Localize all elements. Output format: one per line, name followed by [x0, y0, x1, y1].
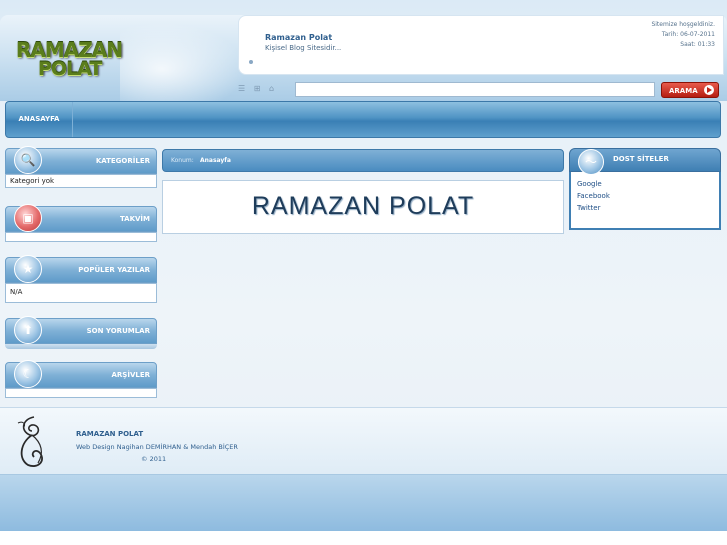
sidebar-title: POPÜLER YAZILAR [78, 266, 150, 274]
rss-icon[interactable]: ⊞ [254, 84, 261, 93]
toolbar-icons: ☰ ⊞ ⌂ [238, 84, 280, 93]
sidebar-body: Kategori yok [5, 174, 157, 188]
sidebar-box-popular: ★ POPÜLER YAZILAR N/A [5, 255, 157, 303]
sidebar-header-calendar[interactable]: ▣ TAKVİM [5, 204, 157, 232]
star-icon: ★ [14, 255, 42, 283]
sidebar-body [5, 344, 157, 349]
site-logo[interactable]: RAMAZAN POLAT [16, 38, 123, 84]
logo-line2: POLAT [38, 58, 102, 80]
sidebar-box-calendar: ▣ TAKVİM [5, 204, 157, 242]
ornament-icon [17, 416, 43, 467]
search-icon: 🔍 [14, 146, 42, 174]
chart-icon: 〜 [578, 149, 604, 175]
sidebar-box-categories: 🔍 KATEGORİLER Kategori yok [5, 146, 157, 188]
footer [0, 407, 727, 474]
calendar-icon: ▣ [14, 204, 42, 232]
footer-copyright: © 2011 [141, 455, 167, 463]
sidebar-body [5, 232, 157, 242]
search-button-label: ARAMA [669, 87, 698, 95]
breadcrumb-current[interactable]: Anasayfa [200, 157, 231, 164]
logo-line1: RAMAZAN [16, 38, 123, 62]
welcome-info: Sitemize hoşgeldiniz. Tarih: 06-07-2011 … [651, 20, 715, 50]
sidebar-header-popular[interactable]: ★ POPÜLER YAZILAR [5, 255, 157, 283]
panel-dot [249, 60, 253, 64]
sidebar-header-archive[interactable]: ☾ ARŞİVLER [5, 360, 157, 388]
content-panel: RAMAZAN POLAT [162, 180, 564, 234]
content-headline: RAMAZAN POLAT [251, 192, 475, 220]
site-name[interactable]: Ramazan Polat [265, 33, 332, 42]
search-input[interactable] [295, 82, 655, 97]
site-tagline: Kişisel Blog Sitesidir... [265, 44, 342, 52]
breadcrumb-prefix: Konum: [171, 157, 194, 164]
link-twitter[interactable]: Twitter [577, 202, 713, 214]
sidebar-header-categories[interactable]: 🔍 KATEGORİLER [5, 146, 157, 174]
sidebar-title: KATEGORİLER [95, 157, 150, 165]
home-icon[interactable]: ⌂ [269, 84, 274, 93]
sidebar-box-comments: ⬆ SON YORUMLAR [5, 316, 157, 349]
moon-icon: ☾ [14, 360, 42, 388]
list-icon[interactable]: ☰ [238, 84, 245, 93]
link-facebook[interactable]: Facebook [577, 190, 713, 202]
sidebar-title: SON YORUMLAR [86, 327, 150, 335]
nav-item-home[interactable]: ANASAYFA [6, 102, 73, 137]
breadcrumb: Konum: Anasayfa [162, 149, 564, 172]
footer-site-name: RAMAZAN POLAT [76, 430, 144, 438]
sidebar-title: ARŞİVLER [111, 371, 150, 379]
friends-box: 〜 DOST SİTELER Google Facebook Twitter [569, 148, 721, 230]
main-navigation: ANASAYFA [5, 101, 721, 138]
friends-header[interactable]: 〜 DOST SİTELER [569, 148, 721, 175]
welcome-text: Sitemize hoşgeldiniz. [651, 21, 715, 28]
friends-list: Google Facebook Twitter [569, 172, 721, 230]
date-text: Tarih: 06-07-2011 [661, 31, 715, 38]
friends-title: DOST SİTELER [613, 155, 669, 163]
bottom-bar [0, 474, 727, 531]
arrow-right-icon [704, 85, 714, 95]
sidebar-header-comments[interactable]: ⬆ SON YORUMLAR [5, 316, 157, 344]
sidebar-body [5, 388, 157, 398]
link-google[interactable]: Google [577, 178, 713, 190]
time-text: Saat: 01:33 [680, 41, 715, 48]
sidebar-box-archive: ☾ ARŞİVLER [5, 360, 157, 398]
search-button[interactable]: ARAMA [661, 82, 719, 98]
sidebar-body: N/A [5, 283, 157, 303]
footer-design-credit: Web Design Nagihan DEMİRHAN & Mendah BİÇ… [76, 443, 238, 451]
sidebar-title: TAKVİM [119, 215, 150, 223]
user-icon: ⬆ [14, 316, 42, 344]
